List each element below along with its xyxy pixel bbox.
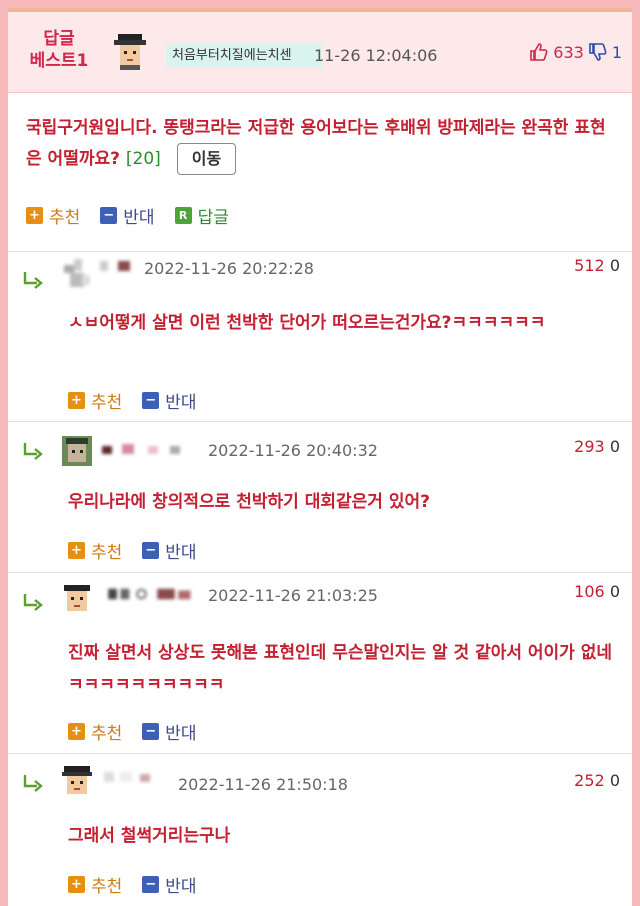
plus-icon: + [68, 723, 85, 740]
commenter-nickname[interactable] [100, 587, 204, 601]
oppose-button[interactable]: − 반대 [142, 538, 197, 563]
down-count: 1 [611, 42, 622, 62]
post-timestamp: 11-26 12:04:06 [314, 46, 438, 65]
comment-timestamp: 2022-11-26 20:40:32 [208, 441, 378, 460]
up-count: 633 [553, 42, 584, 62]
move-button[interactable]: 이동 [176, 143, 237, 175]
comment-up-count: 106 [574, 582, 605, 601]
comment-up-count: 252 [574, 771, 605, 790]
recommend-button[interactable]: + 추천 [68, 872, 122, 897]
comment-text: 우리나라에 창의적으로 천박하기 대회같은거 있어? [68, 492, 430, 512]
comment-timestamp: 2022-11-26 20:22:28 [144, 259, 314, 278]
commenter-nickname[interactable] [102, 770, 172, 784]
reply-button[interactable]: R 답글 [174, 203, 229, 228]
reply-arrow-icon [23, 272, 43, 289]
comment-item: 2022-11-26 20:40:32 293 0 우리나라에 창의적으로 천박… [8, 422, 632, 573]
oppose-button[interactable]: − 반대 [142, 872, 197, 897]
user-avatar[interactable] [60, 257, 94, 291]
comment-down-count: 0 [609, 582, 620, 601]
thumbs-up-icon[interactable] [529, 42, 549, 62]
oppose-button[interactable]: − 반대 [142, 719, 197, 744]
comment-item: 2022-11-26 21:50:18 252 0 그래서 철썩거리는구나 + … [8, 754, 632, 906]
reply-label: 답글 [197, 208, 229, 228]
comment-text: 진짜 살면서 상상도 못해본 표현인데 무슨말인지는 알 것 같아서 어이가 없… [68, 643, 613, 695]
vote-summary: 633 1 [529, 42, 622, 62]
commenter-nickname[interactable] [100, 442, 200, 456]
comment-actions: + 추천 − 반대 [68, 719, 197, 744]
recommend-label: 추천 [91, 543, 123, 563]
comment-votes: 512 0 [574, 256, 620, 275]
author-nickname[interactable]: 처음부터치질에는치센 [166, 44, 322, 68]
comment-timestamp: 2022-11-26 21:03:25 [208, 586, 378, 605]
recommend-label: 추천 [91, 393, 123, 413]
oppose-label: 반대 [165, 393, 197, 413]
plus-icon: + [68, 542, 85, 559]
comment-votes: 106 0 [574, 582, 620, 601]
recommend-label: 추천 [49, 208, 81, 228]
comment-votes: 293 0 [574, 437, 620, 456]
comment-actions: + 추천 − 반대 [68, 538, 197, 563]
comment-item: 2022-11-26 21:03:25 106 0 진짜 살면서 상상도 못해본… [8, 573, 632, 754]
recommend-button[interactable]: + 추천 [68, 388, 122, 413]
oppose-label: 반대 [165, 543, 197, 563]
reply-arrow-icon [23, 775, 43, 792]
plus-icon: + [68, 392, 85, 409]
reply-arrow-icon [23, 594, 43, 611]
post-body: 국립구거원입니다. 똥탱크라는 저급한 용어보다는 후배위 방파제라는 완곡한 … [8, 93, 632, 252]
comment-page: 답글 베스트1 처음부터치질에는치센 11-26 12:04:06 633 1 … [8, 8, 632, 906]
oppose-label: 반대 [165, 877, 197, 897]
post-content: 국립구거원입니다. 똥탱크라는 저급한 용어보다는 후배위 방파제라는 완곡한 … [26, 118, 606, 169]
minus-icon: − [142, 542, 160, 559]
oppose-button[interactable]: − 반대 [100, 203, 155, 228]
reply-icon: R [174, 207, 192, 224]
oppose-button[interactable]: − 반대 [142, 388, 197, 413]
post-text: 국립구거원입니다. 똥탱크라는 저급한 용어보다는 후배위 방파제라는 완곡한 … [26, 113, 616, 175]
recommend-button[interactable]: + 추천 [68, 719, 122, 744]
comment-text: ㅅㅂ어떻게 살면 이런 천박한 단어가 떠오르는건가요?ㅋㅋㅋㅋㅋㅋ [68, 313, 546, 333]
recommend-label: 추천 [91, 877, 123, 897]
comment-down-count: 0 [609, 437, 620, 456]
minus-icon: − [100, 207, 118, 224]
oppose-label: 반대 [123, 208, 155, 228]
comment-text: 그래서 철썩거리는구나 [68, 826, 231, 846]
comment-actions: + 추천 − 반대 [68, 872, 197, 897]
comment-up-count: 293 [574, 437, 605, 456]
comment-down-count: 0 [609, 256, 620, 275]
comment-up-count: 512 [574, 256, 605, 275]
plus-icon: + [68, 876, 85, 893]
reply-arrow-icon [23, 443, 43, 460]
user-avatar[interactable] [60, 764, 94, 798]
minus-icon: − [142, 723, 160, 740]
minus-icon: − [142, 392, 160, 409]
comment-down-count: 0 [609, 771, 620, 790]
best-reply-label: 답글 베스트1 [29, 29, 89, 71]
recommend-button[interactable]: + 추천 [26, 203, 80, 228]
oppose-label: 반대 [165, 724, 197, 744]
user-avatar[interactable] [60, 434, 94, 468]
comment-item: 2022-11-26 20:22:28 512 0 ㅅㅂ어떻게 살면 이런 천박… [8, 251, 632, 422]
user-avatar[interactable] [60, 583, 94, 617]
post-actions: + 추천 − 반대 R 답글 [26, 203, 229, 228]
recommend-label: 추천 [91, 724, 123, 744]
commenter-nickname[interactable] [98, 259, 138, 273]
comment-actions: + 추천 − 반대 [68, 388, 197, 413]
recommend-button[interactable]: + 추천 [68, 538, 122, 563]
comment-votes: 252 0 [574, 771, 620, 790]
comment-timestamp: 2022-11-26 21:50:18 [178, 775, 348, 794]
thumbs-down-icon[interactable] [588, 42, 608, 62]
minus-icon: − [142, 876, 160, 893]
best-reply-header: 답글 베스트1 처음부터치질에는치센 11-26 12:04:06 633 1 [8, 12, 632, 93]
plus-icon: + [26, 207, 43, 224]
comment-count: [20] [125, 149, 161, 169]
user-avatar[interactable] [112, 32, 148, 70]
